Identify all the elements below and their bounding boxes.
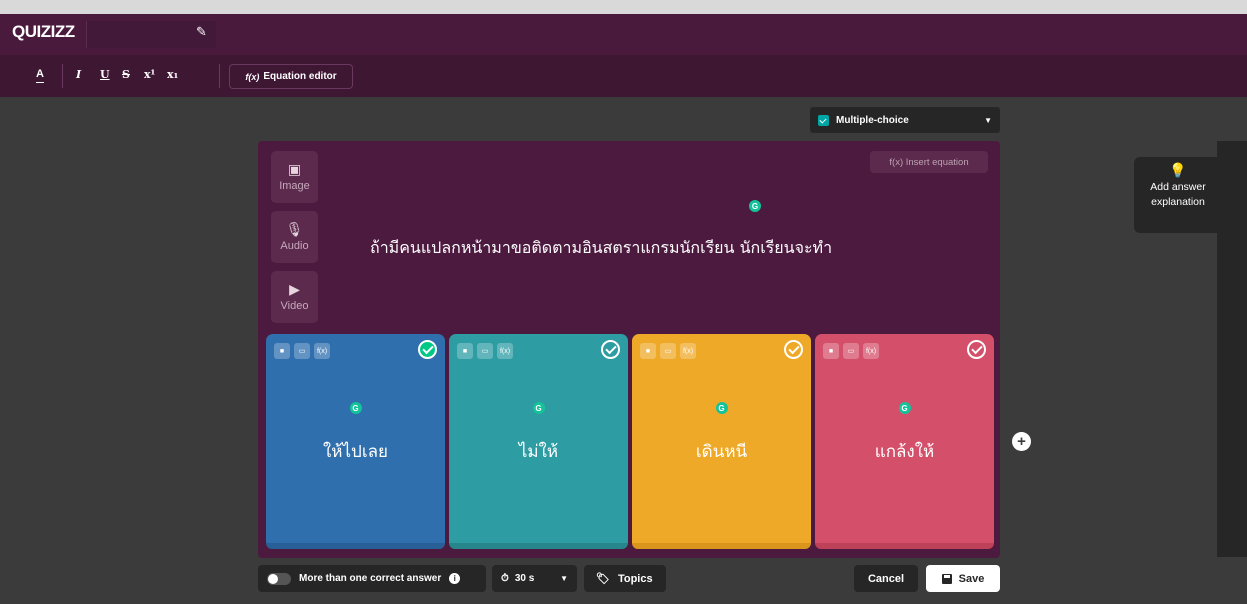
image-icon[interactable]: ▭ — [660, 343, 676, 359]
toggle-switch[interactable] — [267, 572, 291, 585]
add-option-plus-icon[interactable]: + — [1012, 432, 1031, 451]
time-limit-select[interactable]: ⏱ 30 s ▼ — [492, 565, 577, 592]
option-toolbar: ■ ▭ f(x) — [274, 343, 330, 359]
mark-correct-check-icon[interactable] — [601, 340, 620, 359]
equation-editor-label: Equation editor — [263, 71, 337, 82]
video-icon: ▶ — [289, 281, 300, 297]
timer-icon: ⏱ — [501, 573, 509, 584]
italic-button[interactable]: I — [76, 68, 81, 81]
microphone-icon: 🎙 — [285, 221, 304, 237]
chevron-down-icon: ▼ — [560, 574, 568, 583]
image-icon[interactable]: ▭ — [843, 343, 859, 359]
delete-icon[interactable]: ■ — [274, 343, 290, 359]
save-button[interactable]: Save — [926, 565, 1000, 592]
delete-icon[interactable]: ■ — [823, 343, 839, 359]
image-icon[interactable]: ▭ — [294, 343, 310, 359]
answer-option-2[interactable]: ■ ▭ f(x) G ไม่ให้ — [449, 334, 628, 549]
add-image-label: Image — [279, 180, 310, 192]
function-icon[interactable]: f(x) — [497, 343, 513, 359]
multiple-correct-toggle[interactable]: More than one correct answer i — [258, 565, 486, 592]
topics-label: Topics — [617, 572, 653, 585]
superscript-button[interactable]: x¹ — [144, 68, 155, 81]
add-answer-explanation-button[interactable]: 💡 Add answer explanation — [1134, 157, 1222, 233]
cancel-button[interactable]: Cancel — [854, 565, 918, 592]
grammarly-icon[interactable]: G — [715, 402, 728, 414]
grammarly-icon[interactable]: G — [749, 200, 761, 212]
toolbar-divider — [219, 64, 220, 88]
delete-icon[interactable]: ■ — [457, 343, 473, 359]
option-text[interactable]: เดินหนี — [632, 438, 811, 465]
grammarly-icon[interactable]: G — [898, 402, 911, 414]
edit-title-pencil-icon[interactable]: ✎ — [196, 25, 207, 40]
function-icon[interactable]: f(x) — [680, 343, 696, 359]
underline-button[interactable]: U — [100, 68, 110, 81]
add-audio-label: Audio — [280, 240, 309, 252]
option-toolbar: ■ ▭ f(x) — [457, 343, 513, 359]
lightbulb-icon: 💡 — [1169, 162, 1187, 178]
mark-correct-check-icon[interactable] — [418, 340, 437, 359]
save-label: Save — [958, 572, 985, 585]
multiple-correct-label: More than one correct answer — [299, 573, 442, 584]
option-toolbar: ■ ▭ f(x) — [640, 343, 696, 359]
question-type-label: Multiple-choice — [836, 114, 909, 126]
browser-top-strip — [0, 0, 1247, 14]
option-text[interactable]: ไม่ให้ — [449, 438, 628, 465]
insert-equation-button[interactable]: f(x) Insert equation — [870, 151, 988, 173]
delete-icon[interactable]: ■ — [640, 343, 656, 359]
toolbar-divider — [62, 64, 63, 88]
topics-button[interactable]: 🏷 Topics — [584, 565, 666, 592]
grammarly-icon[interactable]: G — [349, 402, 362, 414]
mark-correct-check-icon[interactable] — [967, 340, 986, 359]
option-shade — [815, 543, 994, 549]
answer-option-4[interactable]: ■ ▭ f(x) G แกล้งให้ — [815, 334, 994, 549]
image-icon[interactable]: ▭ — [477, 343, 493, 359]
option-shade — [266, 543, 445, 549]
add-image-button[interactable]: ▣ Image — [271, 151, 318, 203]
option-shade — [632, 543, 811, 549]
format-toolbar — [0, 55, 1247, 97]
answer-option-1[interactable]: ■ ▭ f(x) G ให้ไปเลย — [266, 334, 445, 549]
option-text[interactable]: ให้ไปเลย — [266, 438, 445, 465]
answer-option-3[interactable]: ■ ▭ f(x) G เดินหนี — [632, 334, 811, 549]
strikethrough-button[interactable]: S — [122, 68, 130, 81]
checkbox-icon — [818, 114, 829, 126]
grammarly-icon[interactable]: G — [532, 402, 545, 414]
explanation-label-line1: Add answer — [1150, 181, 1206, 193]
text-color-button[interactable]: A — [36, 68, 44, 80]
option-shade — [449, 543, 628, 549]
time-limit-label: 30 s — [514, 573, 535, 584]
chevron-down-icon: ▼ — [984, 115, 992, 125]
add-video-label: Video — [280, 300, 309, 312]
add-audio-button[interactable]: 🎙 Audio — [271, 211, 318, 263]
equation-editor-button[interactable]: f(x) Equation editor — [229, 64, 353, 89]
question-text[interactable]: ถ้ามีคนแปลกหน้ามาขอติดตามอินสตราแกรมนักเ… — [370, 236, 930, 261]
function-icon[interactable]: f(x) — [314, 343, 330, 359]
mark-correct-check-icon[interactable] — [784, 340, 803, 359]
function-icon[interactable]: f(x) — [863, 343, 879, 359]
function-icon: f(x) — [245, 71, 260, 82]
quizizz-logo[interactable]: QUIZIZZ — [12, 22, 75, 42]
floppy-disk-icon — [941, 573, 952, 584]
question-type-select[interactable]: Multiple-choice ▼ — [810, 107, 1000, 133]
add-video-button[interactable]: ▶ Video — [271, 271, 318, 323]
option-text[interactable]: แกล้งให้ — [815, 438, 994, 465]
option-toolbar: ■ ▭ f(x) — [823, 343, 879, 359]
tag-icon: 🏷 — [596, 573, 610, 585]
image-icon: ▣ — [287, 161, 302, 177]
subscript-button[interactable]: x₁ — [167, 68, 178, 81]
info-icon[interactable]: i — [449, 573, 461, 584]
explanation-label-line2: explanation — [1151, 196, 1205, 208]
